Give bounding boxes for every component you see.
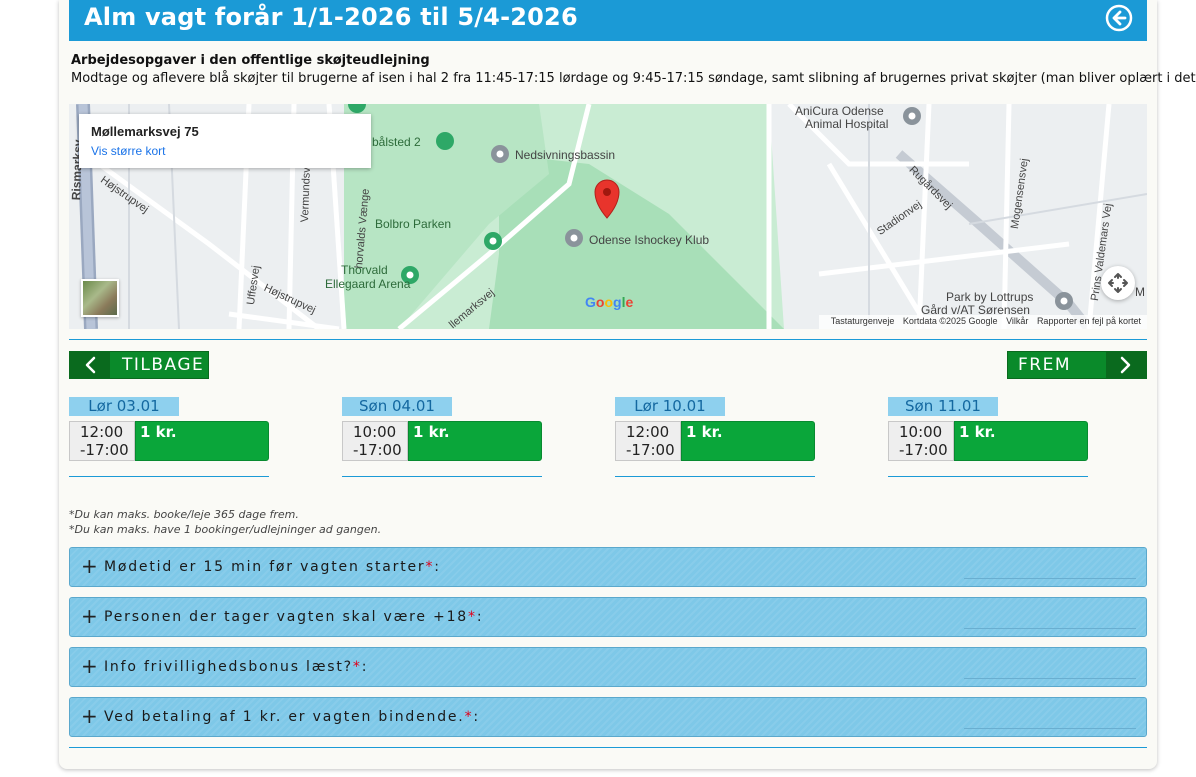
slot-time: 10:00 -17:00: [888, 421, 954, 461]
forward-button-label: FREM: [1018, 355, 1071, 375]
map-label-ishockey: Odense Ishockey Klub: [589, 233, 710, 247]
fullscreen-button[interactable]: [1101, 266, 1135, 300]
map-data-credit: Kortdata ©2025 Google: [902, 316, 998, 326]
circle-arrow-left-icon[interactable]: [1105, 4, 1133, 32]
map-label-bolbro: Bolbro Parken: [375, 217, 452, 231]
book-slot-button[interactable]: 1 kr.: [408, 421, 542, 461]
slot-time: 12:00 -17:00: [615, 421, 681, 461]
google-logo: Google: [585, 294, 634, 310]
map-label-anicura: AniCura Odense: [795, 104, 884, 118]
map-info-popup: Møllemarksvej 75 Vis større kort: [79, 114, 371, 168]
day-column: Søn 04.01 10:00 -17:00 1 kr.: [342, 397, 542, 478]
map-label-anicura-2: Animal Hospital: [805, 117, 889, 131]
accordion-label: Info frivillighedsbonus læst?*:: [104, 659, 368, 675]
accordion-item[interactable]: + Info frivillighedsbonus læst?*:: [69, 647, 1147, 687]
map-label-nedsivning: Nedsivningsbassin: [515, 148, 616, 162]
accordion-answer-field[interactable]: [964, 728, 1136, 729]
day-label: Søn 11.01: [888, 397, 998, 416]
map-label-vermund: Vermundsvej: [299, 158, 314, 223]
chevron-right-icon: [1106, 352, 1146, 378]
day-underline: [342, 476, 542, 477]
accordion-suffix: :: [361, 659, 369, 675]
day-underline: [69, 476, 269, 477]
accordion-answer-field[interactable]: [964, 678, 1136, 679]
book-slot-button[interactable]: 1 kr.: [954, 421, 1088, 461]
required-marker: *: [468, 609, 477, 625]
accordion-suffix: :: [473, 709, 480, 725]
slot-end: -17:00: [899, 441, 948, 459]
plus-icon: +: [81, 604, 98, 628]
task-description-text: Modtage og aflevere blå skøjter til brug…: [71, 71, 1196, 86]
accordion-text: Info frivillighedsbonus læst?: [104, 659, 353, 675]
map-label-m: M: [1135, 285, 1145, 299]
accordion-answer-field[interactable]: [964, 628, 1136, 629]
day-column: Lør 10.01 12:00 -17:00 1 kr.: [615, 397, 815, 478]
accordion-item[interactable]: + Personen der tager vagten skal være +1…: [69, 597, 1147, 637]
map-label-ellegaard: Ellegaard Arena: [325, 277, 411, 291]
accordion-item[interactable]: + Mødetid er 15 min før vagten starter*:: [69, 547, 1147, 587]
plus-icon: +: [81, 554, 98, 578]
day-underline: [888, 476, 1088, 477]
satellite-toggle[interactable]: [81, 279, 119, 317]
slot-start: 10:00: [899, 423, 943, 441]
accordion-label: Personen der tager vagten skal være +18*…: [104, 609, 483, 625]
forward-button[interactable]: FREM: [1007, 351, 1147, 379]
divider: [69, 747, 1147, 748]
page-header: Alm vagt forår 1/1-2026 til 5/4-2026: [69, 0, 1147, 41]
larger-map-link[interactable]: Vis større kort: [91, 144, 165, 158]
map-label-balsted: bålsted 2: [372, 135, 421, 149]
slot-time: 10:00 -17:00: [342, 421, 408, 461]
accordion-item[interactable]: + Ved betaling af 1 kr. er vagten binden…: [69, 697, 1147, 737]
map-label-park: Park by Lottrups: [946, 290, 1034, 304]
accordion-suffix: :: [434, 559, 441, 575]
day-label: Lør 03.01: [69, 397, 179, 416]
keyboard-shortcuts-link[interactable]: Tastaturgenveje: [831, 316, 895, 326]
page-title: Alm vagt forår 1/1-2026 til 5/4-2026: [84, 3, 578, 31]
accordion-suffix: :: [476, 609, 484, 625]
book-slot-button[interactable]: 1 kr.: [135, 421, 269, 461]
slot-end: -17:00: [626, 441, 675, 459]
booking-note: *Du kan maks. booke/leje 365 dage frem.: [69, 508, 299, 521]
day-label: Søn 04.01: [342, 397, 452, 416]
accordion-text: Ved betaling af 1 kr. er vagten bindende…: [104, 709, 465, 725]
plus-icon: +: [81, 704, 98, 728]
day-underline: [615, 476, 815, 477]
accordion-text: Mødetid er 15 min før vagten starter: [104, 559, 426, 575]
slot-time: 12:00 -17:00: [69, 421, 135, 461]
back-button[interactable]: TILBAGE: [69, 351, 209, 379]
map-popup-title: Møllemarksvej 75: [91, 124, 199, 139]
slot-start: 12:00: [626, 423, 670, 441]
report-error-link[interactable]: Rapporter en fejl på kortet: [1037, 316, 1141, 326]
chevron-left-icon: [70, 352, 110, 378]
accordion-label: Mødetid er 15 min før vagten starter*:: [104, 559, 441, 575]
task-description-title: Arbejdesopgaver i den offentlige skøjteu…: [71, 53, 430, 68]
accordion-answer-field[interactable]: [964, 578, 1136, 579]
day-column: Søn 11.01 10:00 -17:00 1 kr.: [888, 397, 1088, 478]
slot-start: 12:00: [80, 423, 124, 441]
terms-link[interactable]: Vilkår: [1006, 316, 1028, 326]
day-label: Lør 10.01: [615, 397, 725, 416]
day-column: Lør 03.01 12:00 -17:00 1 kr.: [69, 397, 269, 478]
slot-end: -17:00: [353, 441, 402, 459]
divider: [69, 339, 1147, 340]
fullscreen-icon: [1108, 273, 1128, 293]
booking-note: *Du kan maks. have 1 bookinger/udlejning…: [69, 523, 382, 536]
required-marker: *: [352, 659, 362, 675]
required-marker: *: [425, 559, 435, 575]
accordion-text: Personen der tager vagten skal være +18: [104, 609, 469, 625]
plus-icon: +: [81, 654, 98, 678]
slot-start: 10:00: [353, 423, 397, 441]
accordion-label: Ved betaling af 1 kr. er vagten bindende…: [104, 709, 480, 725]
map-embed[interactable]: AniCura Odense Animal Hospital bålsted 2…: [69, 104, 1147, 329]
map-attribution: Tastaturgenveje Kortdata ©2025 Google Vi…: [818, 315, 1147, 329]
back-button-label: TILBAGE: [122, 355, 205, 375]
book-slot-button[interactable]: 1 kr.: [681, 421, 815, 461]
slot-end: -17:00: [80, 441, 129, 459]
